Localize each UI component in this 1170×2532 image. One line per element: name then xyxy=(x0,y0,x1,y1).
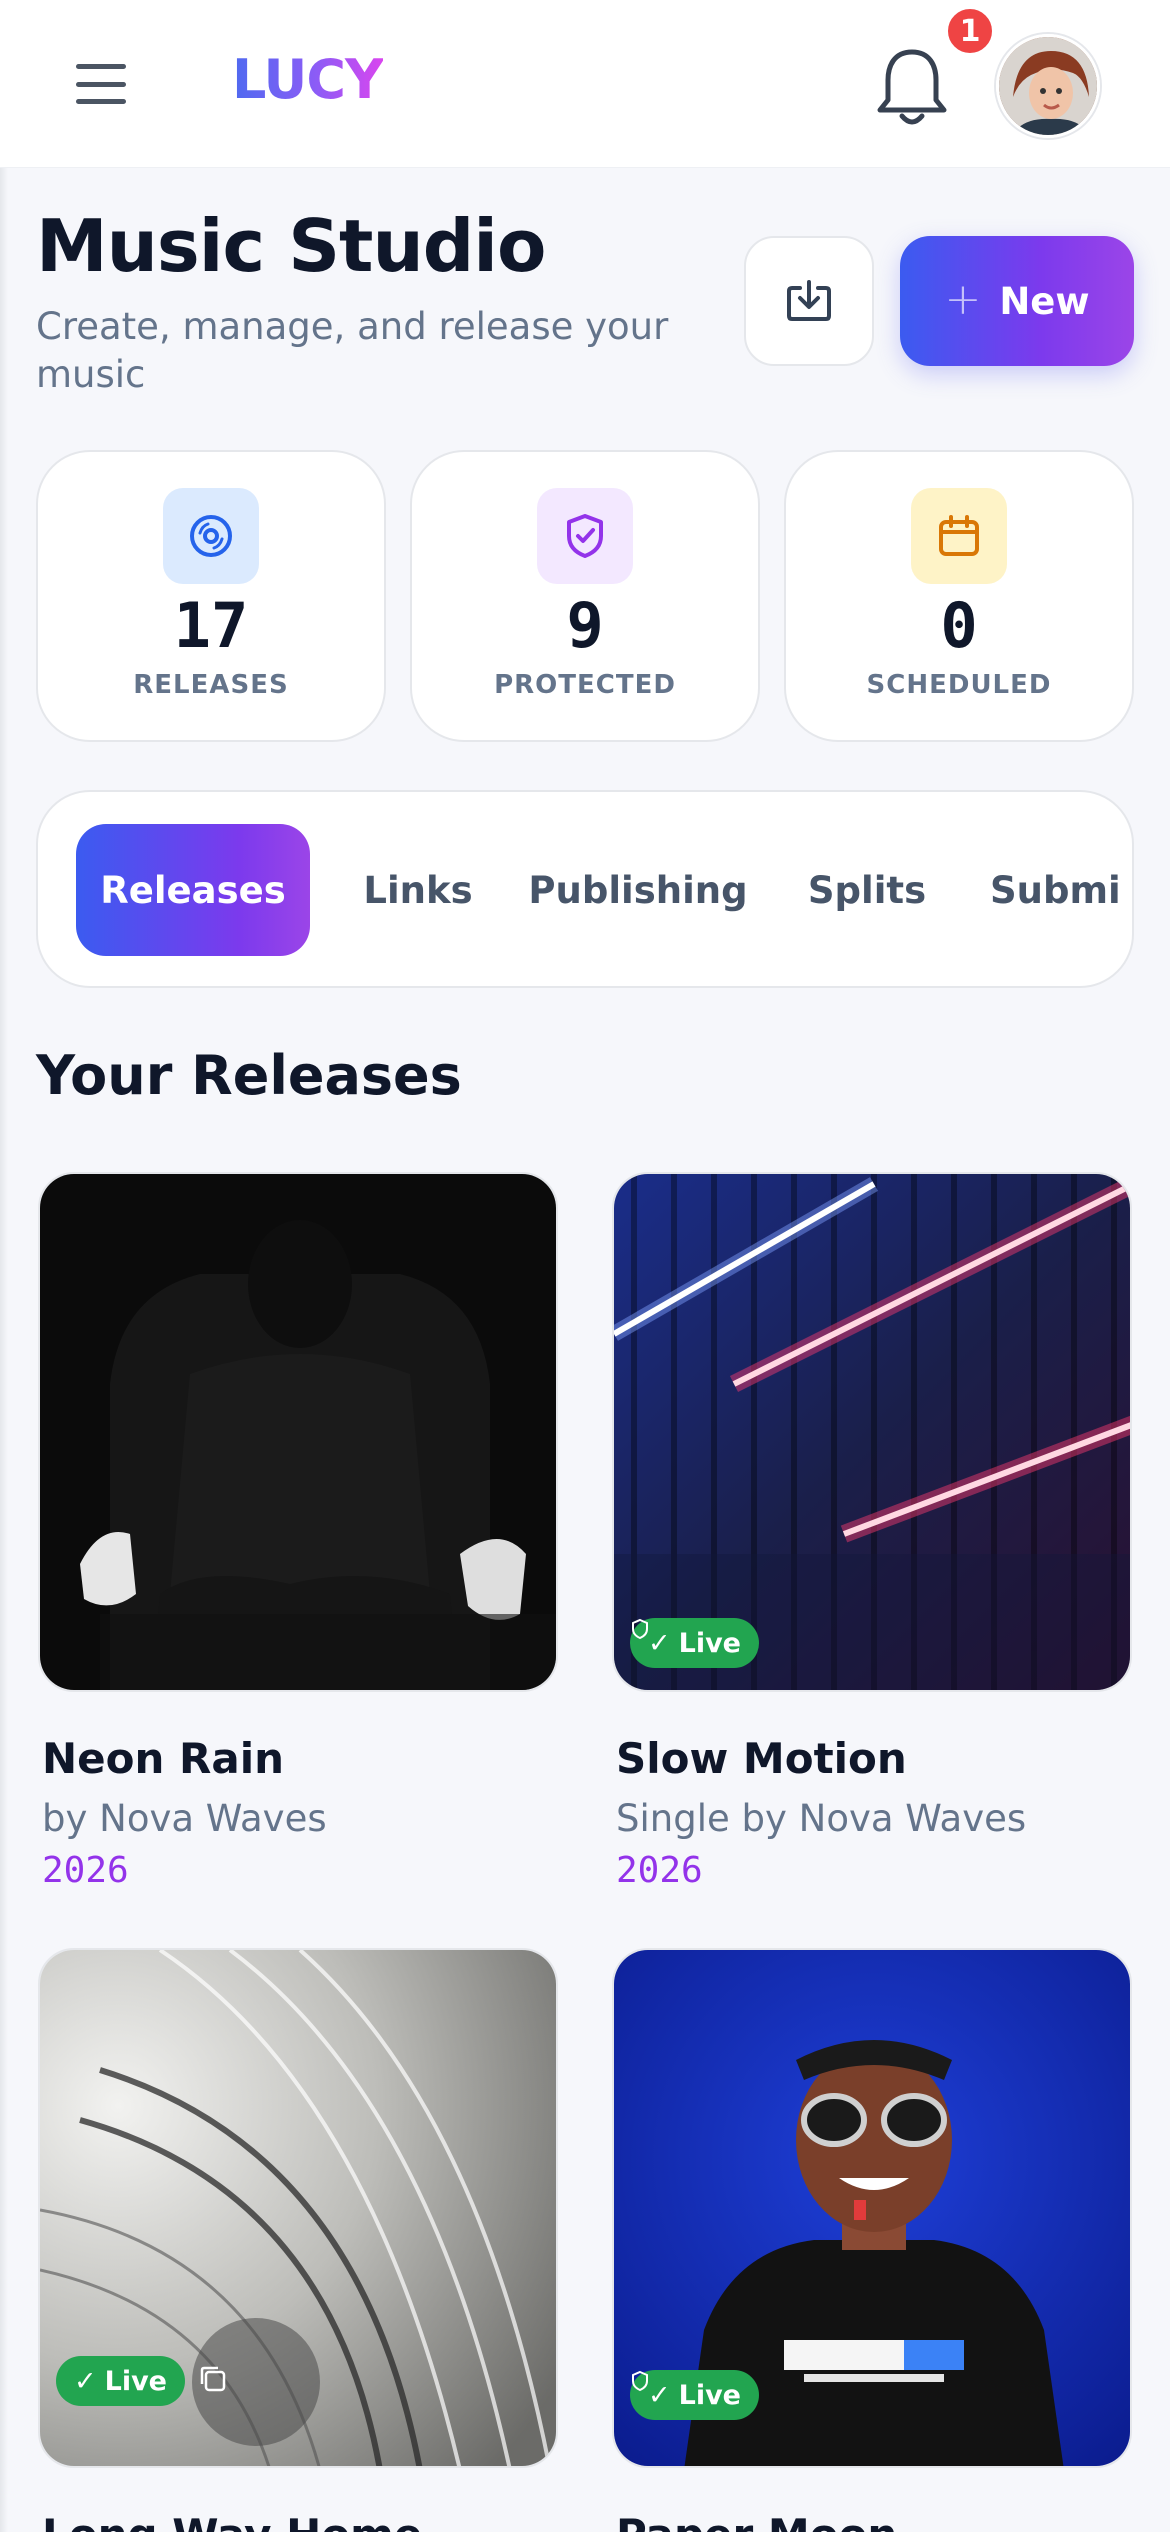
new-release-button[interactable]: + New xyxy=(900,236,1134,366)
release-card[interactable]: ✓ Live Slow Motion Single by Nova Waves … xyxy=(612,1172,1132,1891)
page-title: Music Studio xyxy=(36,204,546,288)
release-year: 2026 xyxy=(616,1850,703,1891)
download-tray-icon xyxy=(787,280,831,321)
page-subtitle: Create, manage, and release your music xyxy=(36,305,669,396)
shield-check-icon xyxy=(537,488,633,584)
release-title[interactable]: Long Way Home xyxy=(42,2510,558,2532)
live-status-badge: ✓ Live xyxy=(56,2356,185,2406)
stat-value: 17 xyxy=(173,589,249,662)
checkmark-icon: ✓ xyxy=(648,2379,671,2411)
studio-tabs: Releases Links Publishing Splits Submi xyxy=(36,790,1134,988)
release-title[interactable]: Slow Motion xyxy=(616,1734,1132,1783)
release-card[interactable]: Neon Rain by Nova Waves 2026 xyxy=(38,1172,558,1891)
tab-links[interactable]: Links xyxy=(348,824,488,956)
new-button-label: New xyxy=(999,279,1090,323)
stat-label: PROTECTED xyxy=(494,670,676,700)
stat-card-scheduled[interactable]: 0 SCHEDULED xyxy=(784,450,1134,742)
stat-label: SCHEDULED xyxy=(866,670,1052,700)
menu-icon[interactable] xyxy=(70,60,132,108)
shield-icon xyxy=(632,1618,648,1640)
calendar-icon xyxy=(911,488,1007,584)
live-status-badge: ✓ Live xyxy=(630,2370,759,2420)
plus-icon: + xyxy=(944,273,982,325)
stat-card-protected[interactable]: 9 PROTECTED xyxy=(410,450,760,742)
checkmark-icon: ✓ xyxy=(74,2365,97,2397)
app-logo[interactable]: LUCY xyxy=(232,48,384,111)
notification-bell-icon[interactable] xyxy=(872,42,952,130)
top-bar: LUCY 1 xyxy=(0,0,1170,168)
release-artist: Single by Nova Waves xyxy=(616,1797,1027,1840)
release-card[interactable]: ✓ Live Paper Moon xyxy=(612,1948,1132,2532)
release-cover[interactable]: ✓ Live xyxy=(612,1172,1132,1692)
import-button[interactable] xyxy=(744,236,874,366)
tab-submissions[interactable]: Submi xyxy=(990,824,1132,956)
stat-value: 9 xyxy=(566,589,604,662)
release-cover[interactable] xyxy=(38,1172,558,1692)
tab-publishing[interactable]: Publishing xyxy=(528,824,748,956)
live-label: Live xyxy=(678,2379,741,2411)
notification-count-badge: 1 xyxy=(945,6,995,56)
release-cover[interactable]: ✓ Live xyxy=(38,1948,558,2468)
release-artist: by Nova Waves xyxy=(42,1797,327,1840)
release-year: 2026 xyxy=(42,1850,129,1891)
release-title[interactable]: Neon Rain xyxy=(42,1734,558,1783)
release-card[interactable]: ✓ Live Long Way Home xyxy=(38,1948,558,2532)
checkmark-icon: ✓ xyxy=(648,1627,671,1659)
release-cover[interactable]: ✓ Live xyxy=(612,1948,1132,2468)
live-label: Live xyxy=(104,2365,167,2397)
tab-releases[interactable]: Releases xyxy=(76,824,310,956)
stat-label: RELEASES xyxy=(133,670,289,700)
disc-icon xyxy=(163,488,259,584)
live-label: Live xyxy=(678,1627,741,1659)
section-title: Your Releases xyxy=(36,1044,462,1107)
live-status-badge: ✓ Live xyxy=(630,1618,759,1668)
copy-icon[interactable] xyxy=(196,2362,230,2396)
avatar[interactable] xyxy=(996,34,1100,138)
shield-icon xyxy=(632,2370,648,2392)
tab-splits[interactable]: Splits xyxy=(792,824,942,956)
release-title[interactable]: Paper Moon xyxy=(616,2510,1132,2532)
stat-value: 0 xyxy=(940,589,978,662)
side-edge xyxy=(0,168,8,2532)
stat-card-releases[interactable]: 17 RELEASES xyxy=(36,450,386,742)
